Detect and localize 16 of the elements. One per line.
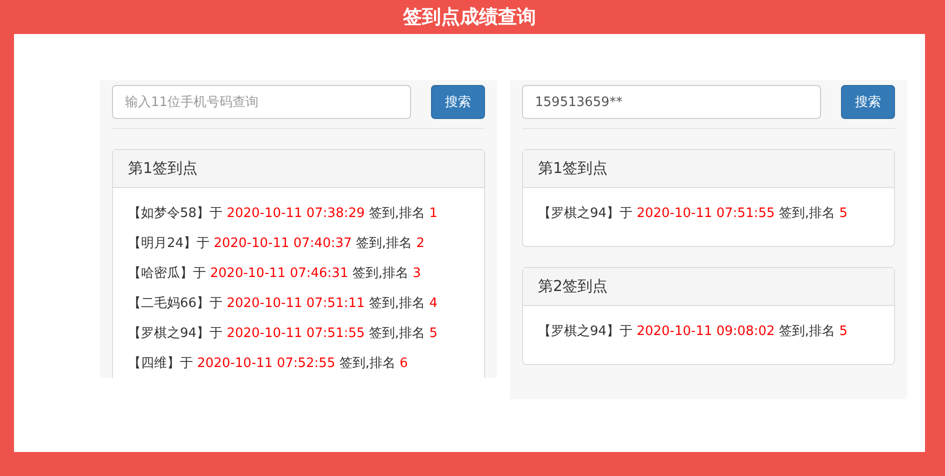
checkin-record: 【罗棋之94】于 2020-10-11 09:08:02 签到,排名 5 [538,323,848,341]
checkin-record: 【明月24】于 2020-10-11 07:40:37 签到,排名 2 [128,235,426,253]
phone-input-field[interactable]: 输入11位手机号码查询 [112,85,411,119]
search-button[interactable]: 搜索 [841,85,895,119]
checkpoint-title: 第2签到点 [523,268,894,306]
page-title: 签到点成绩查询 [402,5,537,30]
checkin-record: 【二毛妈66】于 2020-10-11 07:51:11 签到,排名 4 [128,295,438,313]
checkin-record: 【四维】于 2020-10-11 07:52:55 签到,排名 6 [128,355,409,373]
checkin-record: 【罗棋之94】于 2020-10-11 07:51:55 签到,排名 5 [128,325,438,343]
search-button[interactable]: 搜索 [431,85,485,119]
checkpoint-title: 第1签到点 [113,150,484,188]
checkin-record: 【罗棋之94】于 2020-10-11 07:51:55 签到,排名 5 [538,205,848,223]
checkpoint-title: 第1签到点 [523,150,894,188]
phone-input-field[interactable]: 159513659** [522,85,821,119]
checkin-record: 【如梦令58】于 2020-10-11 07:38:29 签到,排名 1 [128,205,438,223]
checkin-record: 【哈密瓜】于 2020-10-11 07:46:31 签到,排名 3 [128,265,422,283]
